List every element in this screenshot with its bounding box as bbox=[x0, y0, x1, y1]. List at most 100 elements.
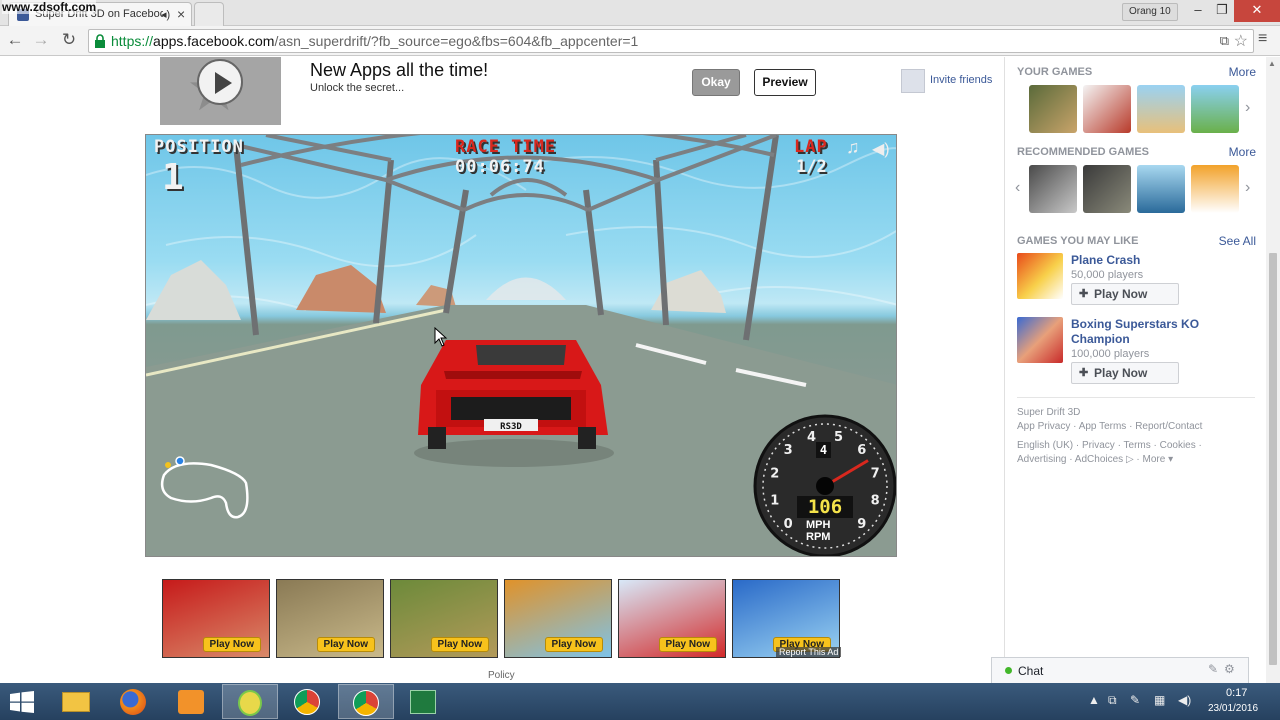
plane-crash-icon[interactable] bbox=[1017, 253, 1063, 299]
taskbar-file-explorer[interactable] bbox=[48, 684, 104, 719]
app-icon bbox=[238, 690, 262, 716]
promoted-game-thumbnail[interactable]: Play Now bbox=[390, 579, 498, 658]
address-bar[interactable]: https://apps.facebook.com/asn_superdrift… bbox=[88, 29, 1254, 53]
profile-badge[interactable]: Orang 10 bbox=[1122, 3, 1178, 21]
forward-icon[interactable]: → bbox=[30, 29, 52, 51]
race-time-label: RACE TIME bbox=[455, 137, 557, 157]
taskbar-firefox[interactable] bbox=[106, 684, 162, 719]
play-now-button[interactable]: Play Now bbox=[430, 637, 489, 652]
right-sidebar: YOUR GAMES More › RECOMMENDED GAMES More… bbox=[1004, 57, 1266, 683]
play-now-button[interactable]: ✚ Play Now bbox=[1071, 283, 1179, 305]
chat-bar[interactable]: Chat ✎ ⚙ bbox=[991, 657, 1249, 683]
dial-number: 9 bbox=[857, 517, 866, 532]
your-games-more-link[interactable]: More bbox=[1229, 65, 1256, 79]
chrome-menu-icon[interactable]: ≡ bbox=[1258, 30, 1267, 48]
close-window-button[interactable]: ✕ bbox=[1234, 0, 1280, 22]
maximize-button[interactable]: ❐ bbox=[1208, 0, 1236, 22]
scroll-up-icon[interactable]: ▲ bbox=[1268, 59, 1276, 68]
dial-number: 4 bbox=[807, 430, 816, 445]
recommended-more-link[interactable]: More bbox=[1229, 145, 1256, 159]
gear-icon[interactable]: ⚙ bbox=[1224, 662, 1235, 676]
okay-button[interactable]: Okay bbox=[692, 69, 740, 96]
recommended-game-icon[interactable] bbox=[1191, 165, 1239, 213]
excel-icon bbox=[410, 690, 436, 714]
tray-sync-icon[interactable]: ⧉ bbox=[1108, 693, 1117, 708]
chevron-left-icon[interactable]: ‹ bbox=[1015, 179, 1020, 197]
footer-links-1[interactable]: App Privacy · App Terms · Report/Contact bbox=[1017, 421, 1202, 432]
divider bbox=[1017, 397, 1255, 398]
scrollbar-thumb[interactable] bbox=[1269, 253, 1277, 665]
play-now-button[interactable]: ✚ Play Now bbox=[1071, 362, 1179, 384]
recommended-game-icon[interactable] bbox=[1137, 165, 1185, 213]
your-game-icon[interactable] bbox=[1191, 85, 1239, 133]
facebook-app-page: ★ New Apps all the time! Unlock the secr… bbox=[0, 57, 1280, 683]
play-icon[interactable] bbox=[197, 59, 243, 105]
page-scrollbar[interactable]: ▲ bbox=[1266, 57, 1280, 683]
rock bbox=[146, 260, 241, 320]
clock-date[interactable]: 23/01/2016 bbox=[1208, 703, 1258, 714]
opponent-marker bbox=[165, 462, 171, 468]
tray-pen-icon[interactable]: ✎ bbox=[1130, 693, 1140, 707]
clock-time[interactable]: 0:17 bbox=[1226, 687, 1247, 699]
license-plate: RS3D bbox=[500, 422, 522, 432]
music-note-icon[interactable]: ♫ bbox=[846, 137, 860, 158]
game-name-link[interactable]: Plane Crash bbox=[1071, 253, 1231, 268]
windows-start-icon[interactable] bbox=[10, 691, 34, 713]
play-now-button[interactable]: Play Now bbox=[202, 637, 261, 652]
footer-links-3[interactable]: Advertising · AdChoices ▷ · More ▾ bbox=[1017, 454, 1173, 465]
taskbar-excel[interactable] bbox=[396, 684, 452, 719]
policy-link[interactable]: Policy bbox=[488, 670, 515, 681]
recommended-game-icon[interactable] bbox=[1083, 165, 1131, 213]
play-now-button[interactable]: Play Now bbox=[316, 637, 375, 652]
tray-expand-icon[interactable]: ▲ bbox=[1088, 693, 1100, 707]
taskbar-chrome[interactable] bbox=[280, 684, 336, 719]
tray-network-icon[interactable]: ▦ bbox=[1154, 693, 1165, 707]
browser-title-bar: Super Drift 3D on Facebook ◂) × www.zdso… bbox=[0, 0, 1280, 26]
red-sports-car bbox=[414, 340, 614, 467]
speed-readout: 106 bbox=[797, 496, 853, 518]
new-tab-button[interactable] bbox=[194, 2, 224, 26]
chevron-right-icon[interactable]: › bbox=[1245, 99, 1250, 117]
position-label: POSITION bbox=[154, 137, 244, 157]
promoted-game-thumbnail[interactable]: Play Now bbox=[162, 579, 270, 658]
avatar bbox=[901, 69, 925, 93]
online-status-icon bbox=[1005, 667, 1012, 674]
footer-app-name[interactable]: Super Drift 3D bbox=[1017, 407, 1080, 418]
chevron-right-icon[interactable]: › bbox=[1245, 179, 1250, 197]
your-game-icon[interactable] bbox=[1029, 85, 1077, 133]
taskbar-app[interactable] bbox=[222, 684, 278, 719]
preview-button[interactable]: Preview bbox=[754, 69, 816, 96]
your-game-icon[interactable] bbox=[1137, 85, 1185, 133]
bookmark-star-icon[interactable]: ☆ bbox=[1234, 31, 1248, 51]
back-icon[interactable]: ← bbox=[4, 29, 26, 51]
game-player-count: 50,000 players bbox=[1071, 269, 1144, 281]
tab-close-icon[interactable]: × bbox=[177, 6, 185, 22]
promoted-game-thumbnail[interactable]: Play Now bbox=[276, 579, 384, 658]
taskbar-chrome-profile[interactable] bbox=[338, 684, 394, 719]
dial-number: 0 bbox=[784, 517, 793, 532]
compose-icon[interactable]: ✎ bbox=[1208, 662, 1218, 676]
play-now-button[interactable]: Play Now bbox=[658, 637, 717, 652]
invite-friends-link[interactable]: Invite friends bbox=[930, 74, 992, 86]
game-canvas[interactable]: RS3D POSITION 1 RACE TIME 00:06:74 LAP 1… bbox=[145, 134, 897, 557]
boxing-superstars-icon[interactable] bbox=[1017, 317, 1063, 363]
promoted-game-thumbnail[interactable]: Play Now bbox=[618, 579, 726, 658]
translate-icon[interactable]: ⧉ bbox=[1220, 33, 1229, 49]
play-now-button[interactable]: Play Now bbox=[544, 637, 603, 652]
player-marker bbox=[175, 456, 185, 466]
recommended-game-icon[interactable] bbox=[1029, 165, 1077, 213]
firefox-icon bbox=[120, 689, 146, 715]
promoted-game-thumbnail[interactable]: Play Now bbox=[504, 579, 612, 658]
reload-icon[interactable]: ↻ bbox=[58, 29, 80, 51]
sound-icon[interactable]: ◀) bbox=[872, 139, 890, 159]
your-game-icon[interactable] bbox=[1083, 85, 1131, 133]
taskbar-media-player[interactable] bbox=[164, 684, 220, 719]
see-all-link[interactable]: See All bbox=[1219, 234, 1256, 248]
tray-volume-icon[interactable]: ◀) bbox=[1178, 693, 1191, 707]
dial-number: 5 bbox=[834, 430, 843, 445]
ad-video-thumbnail[interactable]: ★ bbox=[160, 57, 281, 125]
footer-links-2[interactable]: English (UK) · Privacy · Terms · Cookies… bbox=[1017, 440, 1202, 451]
game-name-link[interactable]: Boxing Superstars KO Champion bbox=[1071, 317, 1231, 347]
url-text: https://apps.facebook.com/asn_superdrift… bbox=[111, 33, 639, 49]
report-ad-link[interactable]: Report This Ad bbox=[776, 647, 842, 657]
